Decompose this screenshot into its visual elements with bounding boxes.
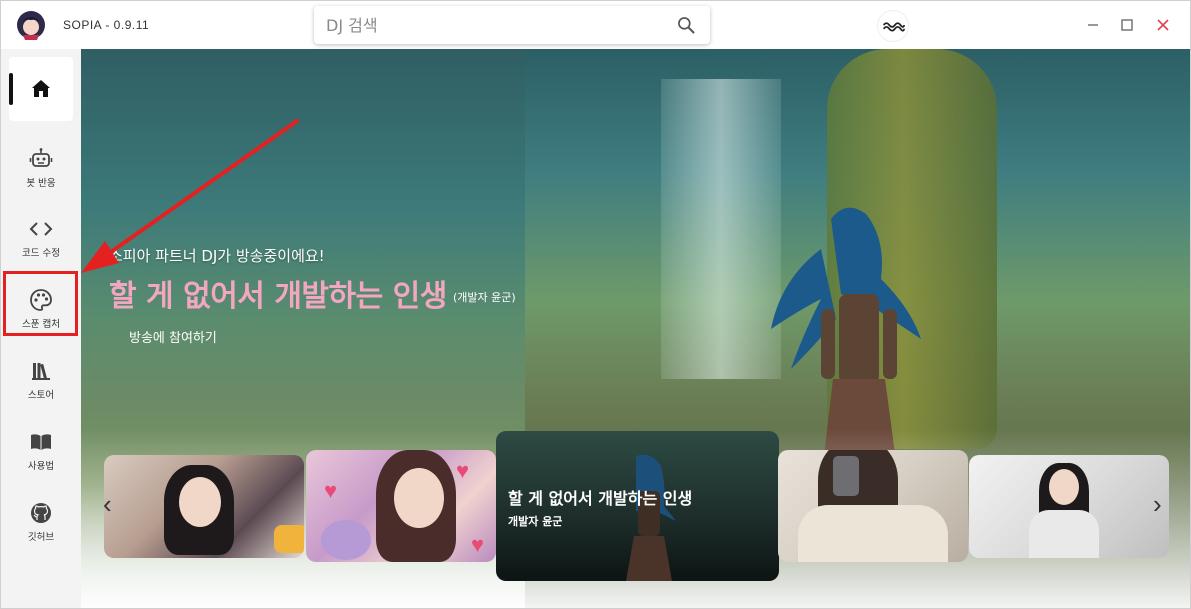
live-card-active[interactable]: 할 게 없어서 개발하는 인생 개발자 윤군 — [496, 431, 779, 581]
thumbnail-art — [833, 456, 859, 496]
heart-icon: ♥ — [456, 458, 470, 483]
app-window: SOPIA - 0.9.11 DJ 검색 봇 반응 코드 수정 스푼 캡처 스토… — [0, 0, 1191, 609]
chevron-right-icon[interactable]: › — [1153, 490, 1169, 518]
join-broadcast-button[interactable]: 방송에 참여하기 — [119, 325, 227, 347]
heart-icon: ♥ — [324, 478, 338, 503]
sidebar-item-guide[interactable]: 사용법 — [1, 416, 81, 480]
live-card[interactable]: ♥ ♥ ♥ — [306, 450, 496, 562]
app-title: SOPIA - 0.9.11 — [63, 18, 150, 32]
chevron-left-icon[interactable]: ‹ — [103, 490, 119, 518]
github-icon — [31, 503, 51, 523]
sidebar-item-github[interactable]: 깃허브 — [1, 487, 81, 551]
sidebar-item-code[interactable]: 코드 수정 — [1, 203, 81, 267]
hero-subtitle: 소피아 파트너 DJ가 방송중이에요! — [109, 247, 325, 265]
sidebar-item-label: 사용법 — [27, 461, 55, 472]
thumbnail-art — [394, 468, 444, 528]
sidebar-item-label: 스토어 — [27, 390, 55, 401]
thumbnail-art — [321, 520, 371, 560]
thumbnail-art — [798, 505, 948, 562]
hero-title: 할 게 없어서 개발하는 인생 — [109, 279, 447, 314]
live-card-title: 할 게 없어서 개발하는 인생 — [508, 489, 693, 508]
library-icon — [32, 363, 50, 380]
active-indicator — [9, 73, 13, 105]
thumbnail-art — [1029, 510, 1099, 558]
highlight-box — [3, 271, 78, 336]
live-card[interactable] — [969, 455, 1169, 558]
book-icon — [31, 434, 51, 450]
sidebar-item-store[interactable]: 스토어 — [1, 345, 81, 409]
hero-dj-name: (개발자 윤군) — [453, 291, 516, 304]
sidebar-item-label: 깃허브 — [27, 532, 55, 543]
home-icon — [32, 80, 50, 97]
thumbnail-art — [179, 477, 221, 527]
maximize-icon[interactable] — [1117, 15, 1137, 35]
live-card-dj: 개발자 윤군 — [508, 515, 563, 528]
heart-icon: ♥ — [471, 532, 485, 557]
sopia-logo-icon — [17, 11, 45, 40]
search-icon[interactable] — [676, 15, 696, 35]
live-card[interactable] — [104, 455, 304, 558]
thumbnail-art — [274, 525, 304, 553]
sidebar-item-label: 봇 반응 — [26, 178, 56, 189]
title-bar: SOPIA - 0.9.11 — [1, 1, 1190, 49]
thumbnail-art — [1049, 469, 1079, 505]
dj-search-box — [314, 6, 710, 44]
thumbnail-art — [626, 454, 676, 581]
code-icon — [29, 222, 53, 236]
sidebar-item-bot[interactable]: 봇 반응 — [1, 133, 81, 197]
sidebar-item-label: 코드 수정 — [22, 248, 60, 259]
close-icon[interactable] — [1153, 15, 1173, 35]
dj-search-input[interactable] — [326, 14, 666, 36]
user-avatar-icon[interactable] — [877, 10, 909, 42]
live-card[interactable] — [778, 450, 968, 562]
robot-icon — [29, 148, 53, 167]
sidebar-item-home[interactable] — [9, 57, 73, 121]
live-carousel: ♥ ♥ ♥ 할 게 없어서 개발하는 인생 개발자 윤군 ‹ › — [81, 426, 1190, 586]
minimize-icon[interactable] — [1083, 15, 1103, 35]
